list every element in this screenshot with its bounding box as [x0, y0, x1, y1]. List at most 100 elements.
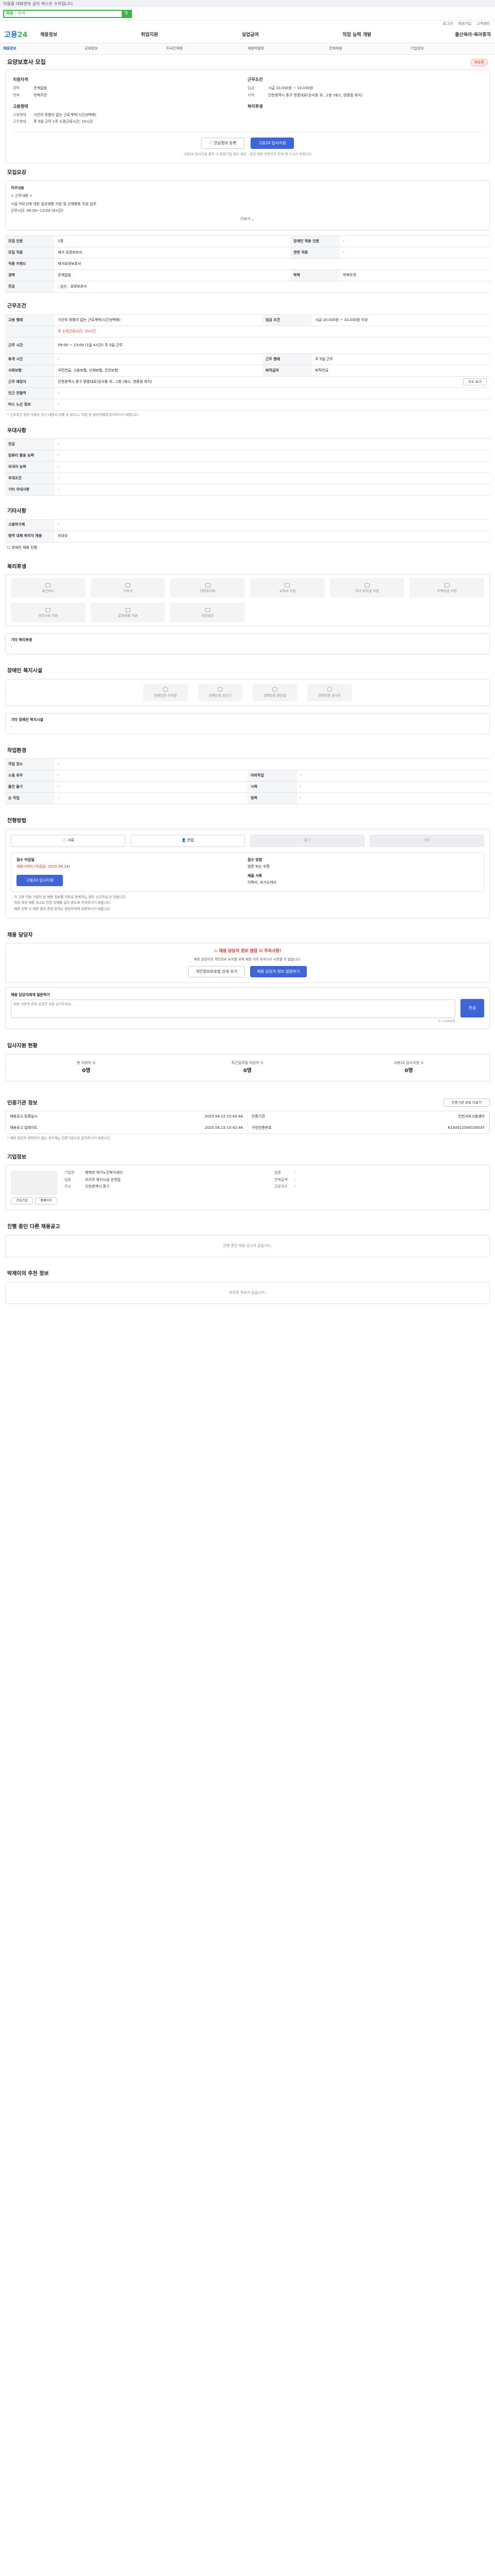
gnb-item-jobs[interactable]: 채용정보	[40, 32, 57, 38]
cell-value: -	[55, 461, 490, 473]
cell-head: 청력	[248, 792, 297, 805]
facility-card: 장애인용 주차장 장애인용 승강기 장애인용 화장실 장애인용 경사로	[5, 679, 490, 706]
condition-note: * 근로조건 관련 사항은 상기 내용과 다를 수 있으니, 지원 전 담당자에…	[7, 412, 139, 417]
map-button[interactable]: 지도 보기	[463, 378, 487, 386]
apply-button[interactable]: 고용24 입사지원	[251, 137, 294, 149]
subnav-item[interactable]: 공채정보	[85, 46, 166, 51]
search-category-tab[interactable]: 채용	[4, 10, 15, 17]
subnav-item[interactable]: 채용박람회	[248, 46, 329, 51]
method-heading: 접수 방법	[248, 857, 262, 862]
desc-heading: 직무내용	[11, 186, 24, 191]
desc-line: 시설 어르신에 대한 일상생활 지원 및 신체활동 지원 업무	[11, 201, 96, 206]
cell-value: 주 소정근로시간: 15시간	[55, 325, 490, 337]
section-title: 장애인 복지시설	[7, 668, 42, 674]
more-button[interactable]: 더보기 ⌄	[11, 214, 484, 225]
cell-value: 09:00 ~ 13:00 (1일 4시간) 주 5일 근무	[55, 336, 490, 354]
step-etc: 기타	[370, 834, 484, 847]
welfare-other: 기타 복리후생 -	[5, 633, 490, 655]
note-line: · 채용 진행 시 채용 절차 관련 문의는 담당자에게 연락하시기 바랍니다.	[12, 907, 111, 911]
logo[interactable]: 고용24	[4, 30, 40, 40]
process-apply-button[interactable]: 고용24 입사지원	[16, 874, 63, 886]
cell-value: -	[55, 484, 490, 496]
other-jobs-empty: 진행 중인 채용 공고가 없습니다.	[5, 1234, 490, 1258]
help-link[interactable]: 고객센터	[476, 22, 490, 27]
summary-key: 고용형태	[13, 112, 26, 117]
cert-key: 인증기관	[252, 1114, 265, 1119]
health-icon	[205, 607, 210, 612]
cell-value: -	[55, 387, 490, 399]
section-title: 우대사항	[7, 428, 26, 434]
cell-value: 시급 10,030원 ~ 10,030원 이상	[311, 314, 490, 326]
note-line: · 허위·과장 채용 공고로 인한 피해를 입지 않도록 주의하시기 바랍니다.	[12, 901, 111, 905]
subnav-item[interactable]: 기업정보	[410, 46, 492, 51]
cell-value: -	[297, 781, 490, 793]
status-badge: 채용중	[470, 59, 488, 67]
section-title: 인증기관 정보	[7, 1100, 38, 1106]
step-interview: 👤 면접	[130, 834, 245, 847]
search-input[interactable]: 검색	[15, 11, 122, 16]
summary-card: 지원자격 경력 관계없음 학력 학력무관 고용형태 고용형태 기간의 정함이 없는 근…	[5, 70, 490, 163]
qa-heading: 채용 담당자에게 질문하기	[11, 992, 50, 997]
gnb-item-parental[interactable]: 출산육아·육아휴직	[455, 32, 491, 38]
cert-value: 2025.04.15 15:42:44	[205, 1125, 243, 1130]
cell-value: -	[55, 519, 490, 531]
cell-head: 휴게 시간	[5, 353, 55, 365]
cell-head: 소음 유무	[5, 770, 55, 782]
prefer-table: 전공 - 컴퓨터 활용 능력 - 외국어 능력 - 우대조건 - 기타 우대사항 -	[5, 438, 490, 496]
cell-value: -	[55, 770, 248, 782]
subnav-item[interactable]: 전체채용	[329, 46, 410, 51]
welfare-item: 경조사비 지원	[11, 603, 86, 623]
qa-textarea[interactable]: 채용 내용에 관해 궁금한 점을 남겨주세요.	[11, 999, 455, 1019]
subnav-item[interactable]: 채용정보	[3, 46, 85, 51]
stat-total: 총 지원자 수 0명	[77, 1060, 96, 1074]
fav-company-button[interactable]: 관심기업	[11, 1197, 33, 1205]
search-icon[interactable]: ⚲	[122, 10, 131, 17]
other-value: -	[11, 645, 12, 649]
login-link[interactable]: 로그인	[443, 22, 453, 27]
cell-value: -	[55, 792, 248, 805]
homepage-button[interactable]: 홈페이지	[35, 1197, 57, 1205]
house-icon	[444, 583, 450, 587]
address-value: 인천광역시 중구 영종대로(운서동 외...1층 (에스, 영종점 위치)	[58, 379, 153, 384]
cell-head: 고용 형태	[5, 314, 55, 326]
cell-head: 손 작업	[5, 792, 55, 805]
privacy-detail-button[interactable]: 개인정보보호법 상세 보기	[188, 965, 245, 977]
cell-head: 장애인 채용 인원	[290, 235, 340, 248]
summary-key: 경력	[13, 86, 20, 91]
deadline-value: 채용시까지 (마감일: 2025.04.24)	[16, 865, 70, 869]
view-manager-button[interactable]: 채용 담당자 정보 열람하기	[250, 965, 307, 977]
dorm-icon	[125, 583, 130, 587]
cell-value: -	[55, 438, 490, 450]
method-value: 방문 또는 우편	[248, 865, 270, 869]
company-value: -	[295, 1171, 296, 1175]
cert-more-button[interactable]: 인증기관 정보 더보기	[443, 1098, 490, 1107]
signup-link[interactable]: 회원가입	[458, 22, 471, 27]
gnb-item-benefit[interactable]: 실업급여	[242, 32, 259, 38]
cell-head: 병역 대체 복무자 채용	[5, 530, 55, 543]
cell-value: 주 5일 근무	[311, 353, 490, 365]
cell-value: -	[340, 235, 490, 248]
subnav-item[interactable]: 외국인채용	[166, 46, 248, 51]
cell-value: -	[55, 781, 248, 793]
scrap-button[interactable]: ♡ 관심정보 등록	[201, 137, 244, 149]
cell-head: 근무 형태	[262, 353, 312, 365]
gnb-item-support[interactable]: 취업지원	[141, 32, 158, 38]
gnb-item-training[interactable]: 직업 능력 개발	[342, 32, 371, 38]
cert-key: 채용공고 업데이트	[10, 1125, 38, 1130]
condition-table: 고용 형태 기간의 정함이 없는 근로계약(시간선택제) 임금 조건 시급 10,03…	[5, 314, 490, 411]
qa-send-button[interactable]: 전송	[460, 998, 484, 1018]
global-nav: 고용24 채용정보 취업지원 실업급여 직업 능력 개발 출산육아·육아휴직	[0, 28, 495, 43]
cell-head: 퇴직급여	[262, 364, 312, 377]
culture-icon	[125, 607, 130, 612]
section-title: 전형방법	[7, 818, 26, 824]
cell-head: 경력	[5, 269, 55, 282]
required-tag: 필수	[58, 284, 69, 290]
cell-head: 인근 전철역	[5, 387, 55, 399]
deadline-heading: 접수 마감일	[16, 857, 35, 862]
warn-text: ⚠ 채용 담당자 정보 열람 시 주의사항!	[213, 948, 282, 954]
company-value: 인천광역시 중구	[85, 1184, 110, 1189]
gift-icon	[45, 607, 51, 612]
summary-heading: 고용형태	[13, 104, 28, 109]
cell-head: 직종 키워드	[5, 258, 55, 270]
summary-key: 학력	[13, 93, 20, 97]
